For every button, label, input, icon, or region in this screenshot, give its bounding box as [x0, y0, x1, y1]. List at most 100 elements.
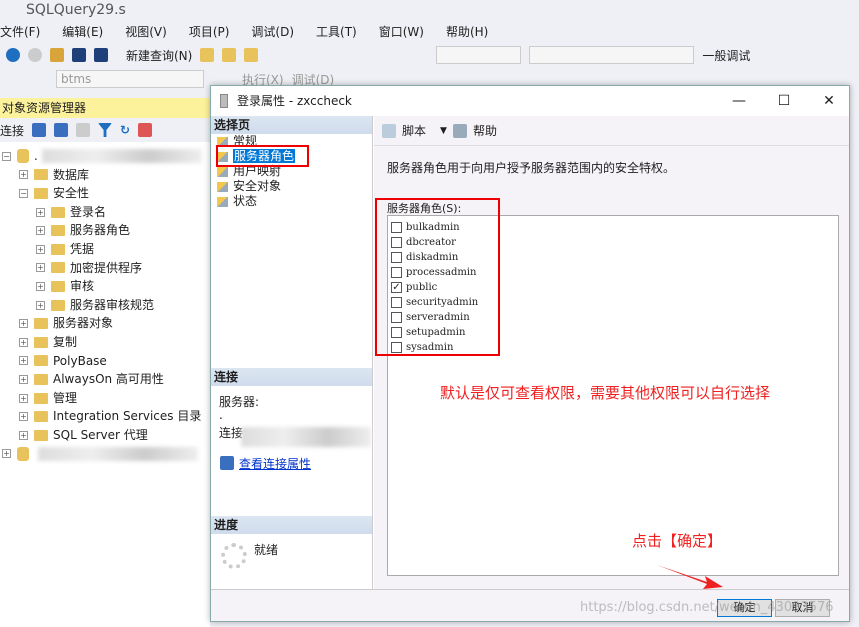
expand-toggle-icon[interactable]: +: [19, 170, 28, 180]
folder-icon: [34, 429, 48, 441]
expand-toggle-icon[interactable]: +: [2, 449, 11, 459]
dialog-title: 登录属性 - zxccheck: [237, 94, 352, 108]
database-combo[interactable]: btms: [56, 70, 204, 88]
menu-item[interactable]: 文件(F): [0, 21, 40, 43]
tree-node-label: 审核: [70, 279, 95, 294]
progress-header: 进度: [211, 516, 372, 534]
tree-node-label: 安全性: [53, 186, 90, 201]
tree-node[interactable]: + 服务器审核规范: [0, 296, 210, 315]
tree-node[interactable]: + 服务器对象: [0, 314, 210, 333]
expand-toggle-icon[interactable]: −: [19, 188, 28, 198]
expand-toggle-icon[interactable]: +: [19, 412, 28, 422]
folder-icon: [34, 318, 48, 330]
redacted-connection: [241, 427, 371, 447]
disconnect-icon[interactable]: [54, 123, 69, 137]
script-dropdown-icon[interactable]: ▼: [440, 126, 447, 136]
help-button[interactable]: 帮助: [473, 122, 497, 139]
tree-node-label: 服务器对象: [53, 316, 114, 331]
forward-icon[interactable]: [28, 48, 42, 62]
tree-node-label: SQL Server 代理: [53, 427, 148, 442]
redacted-server-name: [41, 149, 202, 164]
stop-icon[interactable]: [76, 123, 91, 137]
activity-monitor-icon[interactable]: [138, 123, 153, 137]
save-all-icon[interactable]: [94, 48, 108, 62]
menu-item[interactable]: 视图(V): [125, 21, 167, 43]
expand-toggle-icon[interactable]: +: [19, 430, 28, 440]
script-button[interactable]: 脚本: [402, 122, 426, 139]
menu-item[interactable]: 工具(T): [316, 21, 357, 43]
expand-toggle-icon[interactable]: +: [36, 263, 45, 273]
new-query-button[interactable]: 新建查询(N): [116, 47, 192, 64]
expand-toggle-icon[interactable]: +: [36, 244, 45, 254]
expand-toggle-icon[interactable]: +: [36, 300, 45, 310]
db-query-icon[interactable]: [222, 48, 237, 62]
folder-icon: [34, 411, 48, 423]
tree-node[interactable]: + 登录名: [0, 203, 210, 222]
folder-icon: [51, 243, 65, 255]
connection-properties-icon: [220, 456, 234, 470]
db-query-icon[interactable]: [244, 48, 259, 62]
save-icon[interactable]: [72, 48, 86, 62]
close-button[interactable]: ✕: [809, 86, 849, 116]
tree-node[interactable]: + Integration Services 目录: [0, 407, 210, 426]
expand-toggle-icon[interactable]: +: [36, 226, 45, 236]
tree-node[interactable]: + 凭据: [0, 240, 210, 259]
filter-icon[interactable]: [98, 123, 113, 137]
tree-node[interactable]: + SQL Server 代理: [0, 426, 210, 445]
tree-node-label: AlwaysOn 高可用性: [53, 372, 164, 387]
folder-icon: [34, 336, 48, 348]
connect-icon[interactable]: [32, 123, 47, 137]
tree-node-label: 登录名: [70, 204, 107, 219]
page-label: 状态: [233, 194, 258, 208]
folder-icon: [51, 225, 65, 237]
view-connection-properties-link[interactable]: 查看连接属性: [239, 455, 311, 472]
expand-toggle-icon[interactable]: +: [19, 393, 28, 403]
minimize-button[interactable]: —: [719, 86, 759, 116]
back-icon[interactable]: [6, 48, 20, 62]
maximize-button[interactable]: ☐: [764, 86, 804, 116]
tree-node[interactable]: + 加密提供程序: [0, 259, 210, 278]
expand-toggle-icon[interactable]: +: [19, 337, 28, 347]
tree-node[interactable]: + 数据库: [0, 166, 210, 185]
platform-combo[interactable]: [529, 46, 695, 64]
server-label: 服务器:: [219, 395, 260, 409]
page-item[interactable]: 状态: [211, 194, 372, 209]
server-icon: [17, 446, 29, 461]
connect-button[interactable]: 连接: [0, 122, 24, 139]
new-project-icon[interactable]: [50, 48, 64, 62]
arrow-icon: [657, 565, 723, 589]
tree-node[interactable]: + PolyBase: [0, 352, 210, 371]
expand-toggle-icon[interactable]: +: [19, 356, 28, 366]
tree-node[interactable]: +: [0, 445, 210, 464]
folder-icon: [34, 187, 48, 199]
menu-item[interactable]: 编辑(E): [62, 21, 103, 43]
tree-node[interactable]: −.: [0, 147, 210, 166]
expand-toggle-icon[interactable]: +: [19, 319, 28, 329]
expand-toggle-icon[interactable]: +: [19, 374, 28, 384]
menu-item[interactable]: 帮助(H): [446, 21, 488, 43]
highlight-box: [375, 198, 500, 356]
page-item[interactable]: 安全对象: [211, 179, 372, 194]
menu-item[interactable]: 窗口(W): [379, 21, 424, 43]
tree-node[interactable]: − 安全性: [0, 184, 210, 203]
tree-node[interactable]: + 管理: [0, 389, 210, 408]
menu-item[interactable]: 调试(D): [251, 21, 294, 43]
tree-node[interactable]: + 复制: [0, 333, 210, 352]
tree-node[interactable]: + AlwaysOn 高可用性: [0, 370, 210, 389]
expand-toggle-icon[interactable]: +: [36, 207, 45, 217]
tree-node-label: 凭据: [70, 241, 95, 256]
tree-node[interactable]: + 服务器角色: [0, 221, 210, 240]
folder-icon: [34, 373, 48, 385]
connection-header: 连接: [211, 368, 372, 386]
solution-config-combo[interactable]: [436, 46, 522, 64]
folder-icon: [51, 280, 65, 292]
tree-node[interactable]: + 审核: [0, 277, 210, 296]
menu-item[interactable]: 项目(P): [189, 21, 230, 43]
server-icon: [17, 149, 29, 164]
expand-toggle-icon[interactable]: +: [36, 281, 45, 291]
refresh-icon[interactable]: ↻: [120, 123, 130, 137]
debug-target[interactable]: 一般调试: [702, 47, 750, 64]
folder-icon: [34, 169, 48, 181]
expand-toggle-icon[interactable]: −: [2, 151, 11, 161]
db-query-icon[interactable]: [200, 48, 215, 62]
